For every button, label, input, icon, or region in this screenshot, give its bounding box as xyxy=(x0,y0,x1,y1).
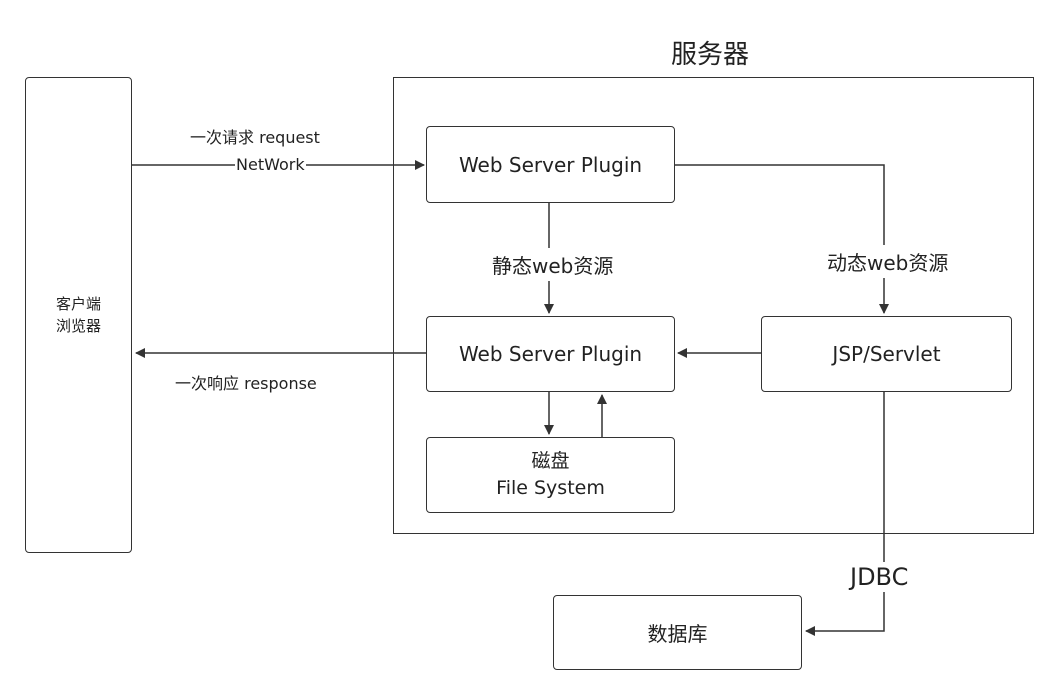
server-title: 服务器 xyxy=(671,40,750,70)
request-label: 一次请求 request xyxy=(190,128,320,147)
jdbc-label: JDBC xyxy=(848,562,911,592)
database-node: 数据库 xyxy=(553,595,802,670)
client-browser-node: 客户端 浏览器 xyxy=(25,77,132,553)
dynamic-resource-label: 动态web资源 xyxy=(827,245,949,278)
disk-file-system-node: 磁盘 File System xyxy=(426,437,675,513)
response-label: 一次响应 response xyxy=(175,374,317,393)
web-server-plugin-bottom-node: Web Server Plugin xyxy=(426,316,675,392)
jsp-servlet-label: JSP/Servlet xyxy=(832,342,941,366)
database-label: 数据库 xyxy=(647,622,708,646)
disk-label-line2: File System xyxy=(496,477,605,499)
web-server-plugin-top-node: Web Server Plugin xyxy=(426,126,675,203)
plugin-top-label: Web Server Plugin xyxy=(458,152,643,177)
network-label: NetWork xyxy=(235,155,306,174)
disk-label-line1: 磁盘 xyxy=(531,450,570,472)
client-label-line1: 客户端 xyxy=(55,295,101,313)
jsp-servlet-node: JSP/Servlet xyxy=(761,316,1012,392)
static-resource-label: 静态web资源 xyxy=(492,248,614,281)
client-label-line2: 浏览器 xyxy=(55,317,101,335)
plugin-bottom-label: Web Server Plugin xyxy=(458,342,643,366)
